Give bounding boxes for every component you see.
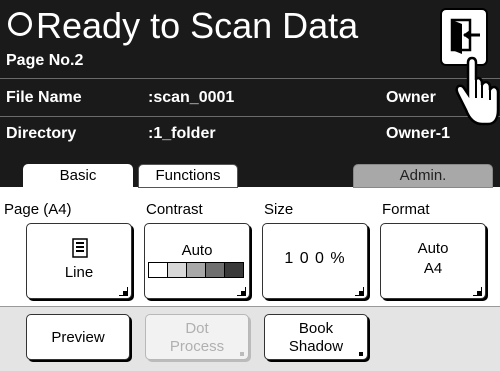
contrast-label: Contrast [146, 201, 203, 218]
dot-process-label-line2: Process [169, 338, 225, 355]
file-name-label: File Name [6, 89, 82, 106]
page-title: Ready to Scan Data [36, 5, 359, 46]
book-shadow-label-line1: Book [298, 320, 334, 337]
contrast-value: Auto [181, 242, 213, 259]
corner-mark-icon [119, 287, 128, 296]
file-name-value: :scan_0001 [148, 89, 235, 106]
page-number: Page No.2 [6, 52, 84, 69]
size-button[interactable]: 1 0 0 % [262, 223, 368, 299]
corner-mark-icon [473, 287, 482, 296]
page-mode-button[interactable]: Line [26, 223, 132, 299]
info-divider [0, 116, 500, 117]
tab-admin[interactable]: Admin. [353, 164, 493, 188]
book-shadow-label-line2: Shadow [288, 338, 344, 355]
tab-functions[interactable]: Functions [138, 164, 238, 188]
format-button[interactable]: Auto A4 [380, 223, 486, 299]
size-label: Size [264, 201, 294, 218]
corner-mark-icon [355, 287, 364, 296]
title-row: Ready to Scan Data Page No.2 [0, 0, 500, 78]
tab-basic[interactable]: Basic [23, 164, 133, 188]
pointing-hand-icon [455, 56, 500, 126]
owner-value: Owner-1 [386, 125, 451, 142]
directory-label: Directory [6, 125, 77, 142]
status-circle-icon [8, 12, 32, 36]
corner-mark-icon [237, 287, 246, 296]
page-mode-value: Line [64, 264, 94, 281]
size-value: 1 0 0 % [284, 250, 346, 267]
corner-mark-icon [240, 352, 244, 356]
dot-process-label-line1: Dot [185, 320, 209, 337]
owner-label: Owner [386, 89, 436, 106]
book-shadow-button[interactable]: Book Shadow [264, 314, 368, 360]
directory-value: :1_folder [148, 125, 216, 142]
status-header: Ready to Scan Data Page No.2 File Name :… [0, 0, 500, 153]
format-value-line1: Auto [417, 240, 449, 257]
contrast-button[interactable]: Auto [144, 223, 250, 299]
contrast-scale-icon [148, 262, 244, 278]
corner-mark-icon [359, 352, 363, 356]
page-size-label: Page (A4) [4, 201, 72, 218]
dot-process-button[interactable]: Dot Process [145, 314, 249, 360]
format-value-line2: A4 [423, 260, 443, 277]
preview-button[interactable]: Preview [26, 314, 130, 360]
header-divider [0, 78, 500, 79]
preview-label: Preview [51, 329, 105, 346]
document-icon [72, 238, 88, 258]
format-label: Format [382, 201, 430, 218]
